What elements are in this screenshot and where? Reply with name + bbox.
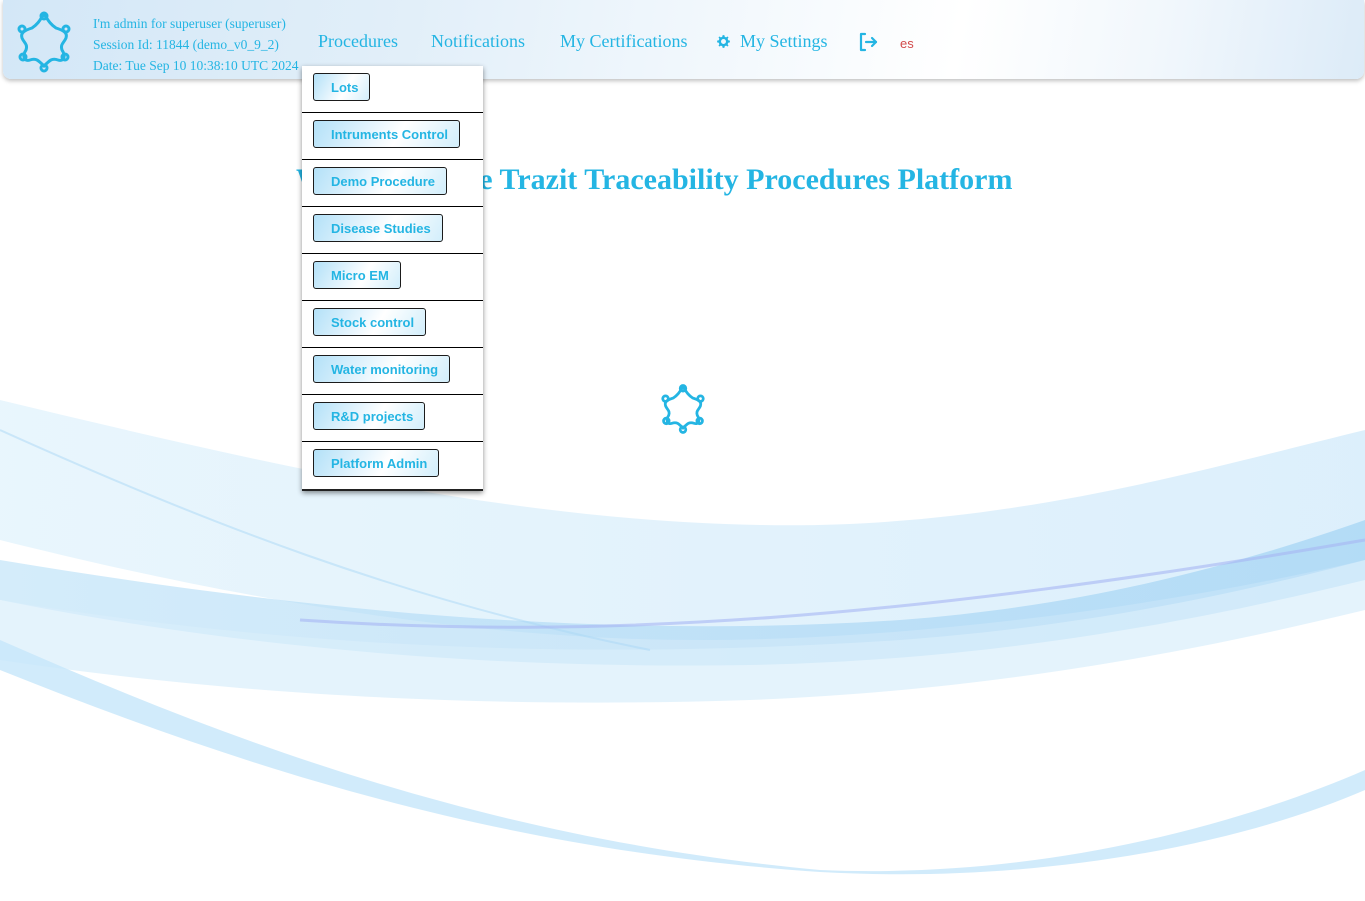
menu-item-lots[interactable]: Lots	[313, 73, 371, 101]
nav-procedures[interactable]: Procedures	[318, 31, 398, 52]
user-line: I'm admin for superuser (superuser)	[93, 16, 286, 31]
menu-item-stock-control[interactable]: Stock control	[313, 308, 427, 336]
session-info: I'm admin for superuser (superuser) Sess…	[93, 13, 299, 76]
top-header: I'm admin for superuser (superuser) Sess…	[3, 0, 1364, 79]
menu-item-disease-studies[interactable]: Disease Studies	[313, 214, 443, 242]
gear-icon	[717, 35, 730, 48]
logout-icon[interactable]	[856, 30, 880, 54]
trazit-logo-icon[interactable]	[14, 8, 74, 76]
date-line: Date: Tue Sep 10 10:38:10 UTC 2024	[93, 58, 299, 73]
menu-item-rd-projects[interactable]: R&D projects	[313, 402, 426, 430]
menu-row: Lots	[302, 66, 483, 113]
menu-item-instruments-control[interactable]: Intruments Control	[313, 120, 460, 148]
menu-item-platform-admin[interactable]: Platform Admin	[313, 449, 440, 477]
my-settings-label: My Settings	[740, 31, 828, 51]
nav-my-settings[interactable]: My Settings	[715, 31, 828, 52]
menu-row: Demo Procedure	[302, 160, 483, 207]
session-id-line: Session Id: 11844 (demo_v0_9_2)	[93, 37, 279, 52]
menu-row: Stock control	[302, 301, 483, 348]
menu-item-demo-procedure[interactable]: Demo Procedure	[313, 167, 448, 195]
background-waves	[0, 400, 1365, 875]
nav-my-certifications[interactable]: My Certifications	[560, 31, 687, 52]
procedures-dropdown-menu: Lots Intruments Control Demo Procedure D…	[302, 66, 483, 491]
menu-item-water-monitoring[interactable]: Water monitoring	[313, 355, 451, 383]
menu-item-micro-em[interactable]: Micro EM	[313, 261, 401, 289]
menu-row: Platform Admin	[302, 442, 483, 491]
nav-notifications[interactable]: Notifications	[431, 31, 525, 52]
menu-row: Water monitoring	[302, 348, 483, 395]
menu-row: Disease Studies	[302, 207, 483, 254]
menu-row: R&D projects	[302, 395, 483, 442]
trazit-spinner-icon	[661, 384, 705, 434]
menu-row: Intruments Control	[302, 113, 483, 160]
menu-row: Micro EM	[302, 254, 483, 301]
language-toggle[interactable]: es	[900, 36, 914, 51]
